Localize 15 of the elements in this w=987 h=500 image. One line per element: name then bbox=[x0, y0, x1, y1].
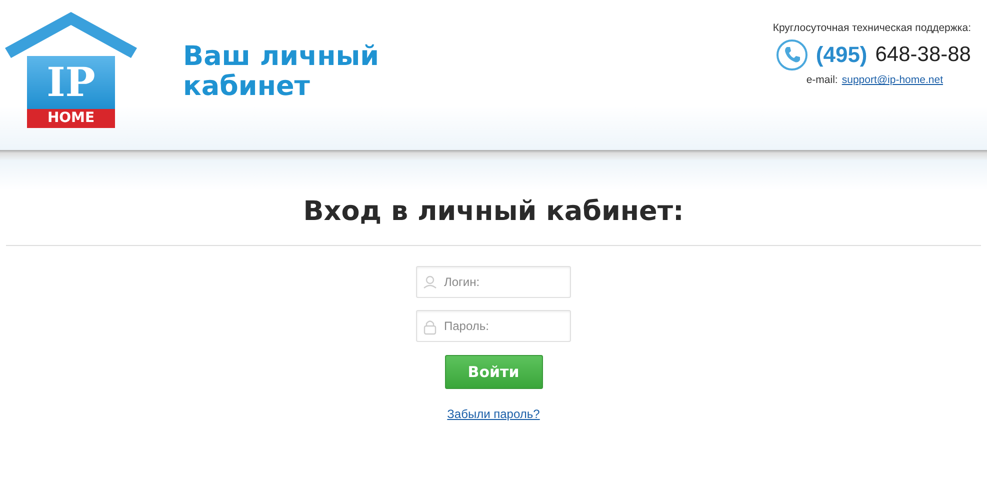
password-field[interactable]: Пароль: bbox=[416, 310, 571, 342]
site-title: Ваш личный кабинет bbox=[183, 42, 380, 102]
phone-code: (495) bbox=[816, 42, 868, 68]
support-caption: Круглосуточная техническая поддержка: bbox=[772, 22, 971, 34]
user-icon bbox=[423, 275, 437, 289]
login-field[interactable]: Логин: bbox=[416, 266, 571, 298]
phone-icon bbox=[776, 39, 808, 71]
forgot-password-link[interactable]: Забыли пароль? bbox=[447, 407, 540, 421]
email-label: e-mail: bbox=[806, 74, 838, 86]
email-link[interactable]: support@ip-home.net bbox=[842, 74, 943, 86]
logo-word: HOME bbox=[27, 109, 115, 128]
page-heading: Вход в личный кабинет: bbox=[302, 195, 685, 229]
phone-number: 648-38-88 bbox=[875, 43, 971, 67]
lock-icon bbox=[423, 319, 437, 335]
logo-mark: IP bbox=[27, 56, 115, 109]
